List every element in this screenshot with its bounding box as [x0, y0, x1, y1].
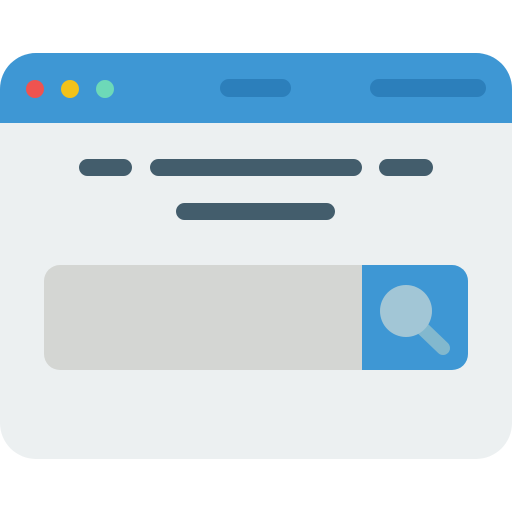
- search-icon: [380, 285, 450, 355]
- browser-window: [0, 53, 512, 459]
- title-bar-tab[interactable]: [220, 79, 291, 97]
- text-placeholder-line: [150, 159, 362, 176]
- address-bar[interactable]: [370, 79, 486, 97]
- text-placeholder-line: [379, 159, 433, 176]
- minimize-window-button[interactable]: [61, 80, 79, 98]
- search-button[interactable]: [362, 265, 468, 370]
- title-bar: [0, 53, 512, 123]
- text-placeholder-line: [176, 203, 335, 220]
- search-input[interactable]: [44, 265, 362, 370]
- maximize-window-button[interactable]: [96, 80, 114, 98]
- close-window-button[interactable]: [26, 80, 44, 98]
- text-placeholder-line: [79, 159, 132, 176]
